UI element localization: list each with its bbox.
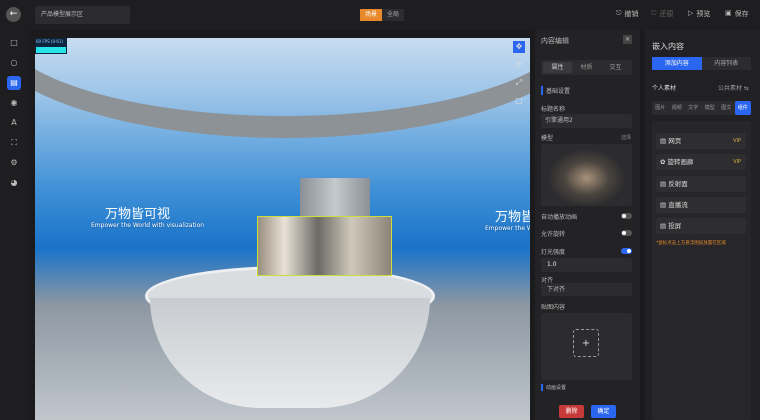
confirm-button[interactable]: 确定 [591,405,616,418]
tab-add-content[interactable]: 添加内容 [652,57,702,70]
banner-subtitle-left: Empower the World with visualization [91,222,205,229]
preview-icon: ▷ [688,9,694,17]
category-video[interactable]: 视频 [669,101,686,115]
light-toggle[interactable] [621,248,632,254]
banner-title-left: 万物皆可视 [105,207,171,222]
autoplay-toggle[interactable] [621,213,632,219]
preview-button[interactable]: ▷ 预览 [688,9,710,19]
embed-content-panel: 嵌入内容 添加内容 内容列表 个人素材 公共素材 ⇆ 图片 视频 文字 模型 图… [645,30,760,420]
model-thumbnail[interactable] [541,144,632,206]
item-screen-cast[interactable]: ▤ 投屏 [656,218,746,234]
item-live-stream[interactable]: ▤ 直播流 [656,197,746,213]
circle-icon[interactable]: ○ [7,56,21,70]
delete-button[interactable]: 删除 [559,405,584,418]
banner-subtitle-right: Empower the World with visualization [485,225,530,232]
mode-scene[interactable]: 场景 [360,9,383,21]
rotate-icon[interactable]: ⟳ [513,59,525,71]
redo-button[interactable]: ⎋ 还原 [651,9,674,19]
square-icon[interactable]: □ [513,95,525,107]
banner-title-right: 万物皆可视 [495,210,530,225]
item-rotating-gallery[interactable]: ✿ 旋转画廊 VIP [656,154,746,170]
sticker-upload-area[interactable]: + [541,313,632,380]
autoplay-label: 自动播放动画 [541,214,578,221]
align-value: 下对齐 [547,286,566,293]
3d-viewport[interactable]: 万物皆可视 Empower the World with visualizati… [35,38,530,420]
text-icon[interactable]: A [7,116,21,130]
model-label: 模型 [541,135,554,142]
document-icon[interactable]: ▤ [7,76,21,90]
back-button[interactable]: ← [6,7,21,22]
model-select-link[interactable]: 选择 [621,134,631,141]
placement-note: *鼠标点击上方悬浮图层放置在区域 [656,241,726,246]
mode-switch: 场景 全局 [360,9,405,21]
edit-tabs: 属性 材质 交互 [541,60,632,75]
save-button[interactable]: ▣ 保存 [725,9,749,19]
undo-icon: ⎋ [616,9,622,17]
tab-material[interactable]: 材质 [572,62,601,73]
ceiling-ring [35,38,530,138]
personal-assets[interactable]: 个人素材 [652,83,676,92]
category-tabs: 图片 视频 文字 模型 图文 组件 [652,101,751,115]
tab-interaction[interactable]: 交互 [601,62,630,73]
webpage-icon: ▤ [660,137,669,145]
save-icon: ▣ [725,9,732,17]
embed-title: 嵌入内容 [652,42,684,51]
gallery-icon: ✿ [660,158,668,166]
sticker-label: 贴图内容 [541,304,566,311]
move-icon[interactable]: ✥ [513,41,525,53]
tab-properties[interactable]: 属性 [543,62,572,73]
reflect-icon: ▤ [660,180,669,188]
close-icon[interactable]: × [623,35,632,44]
gear-icon[interactable]: ⚙ [7,156,21,170]
platform-bowl [150,298,430,408]
panel-title: 内容编辑 [541,37,569,45]
left-sidebar: □ ○ ▤ ◉ A ⛶ ⚙ ◕ [0,30,28,420]
scale-icon[interactable]: ⤢ [513,77,525,89]
top-bar: ← 产品模型展示区 场景 全局 ⎋ 撤销 ⎋ 还原 ▷ 预览 ▣ 保存 [0,0,760,30]
name-label: 标题名称 [541,106,566,113]
mode-global[interactable]: 全局 [382,9,405,21]
category-model[interactable]: 模型 [702,101,719,115]
fps-counter: 60 FPS (0-61) [35,38,67,54]
scene-title-input[interactable]: 产品模型展示区 [35,6,130,24]
category-text[interactable]: 文字 [685,101,702,115]
name-input[interactable]: 引擎通用2 [541,114,632,128]
content-edit-panel: 内容编辑 × 属性 材质 交互 基础设置 标题名称 引擎通用2 模型 选择 自动… [535,30,640,420]
section-animation[interactable]: 动画设置 [541,384,566,391]
globe-icon[interactable]: ◕ [7,176,21,190]
redo-icon: ⎋ [651,9,657,17]
undo-button[interactable]: ⎋ 撤销 [616,9,639,19]
transform-tools: ✥ ⟳ ⤢ □ [513,41,525,113]
category-image[interactable]: 图片 [652,101,669,115]
section-basic[interactable]: 基础设置 [541,86,570,95]
embed-tabs: 添加内容 内容列表 [652,57,751,70]
rotate-toggle[interactable] [621,230,632,236]
public-assets[interactable]: 公共素材 ⇆ [718,83,749,92]
mask-icon[interactable]: ◉ [7,96,21,110]
add-file-icon: + [573,329,599,357]
light-intensity-input[interactable]: 1.0 [541,258,632,272]
rotate-label: 允许旋转 [541,231,566,238]
engine-model[interactable] [257,216,392,276]
light-label: 灯光强度 [541,249,566,256]
focus-icon[interactable]: ⛶ [7,136,21,150]
category-graphic[interactable]: 图文 [718,101,735,115]
screen-icon[interactable]: □ [7,36,21,50]
item-reflection[interactable]: ▤ 反射面 [656,176,746,192]
live-icon: ▤ [660,201,669,209]
item-webpage[interactable]: ▤ 网页 VIP [656,133,746,149]
cast-icon: ▤ [660,222,669,230]
category-component[interactable]: 组件 [734,101,751,115]
align-select[interactable]: 下对齐 [541,283,632,296]
tab-content-list[interactable]: 内容列表 [701,57,751,70]
